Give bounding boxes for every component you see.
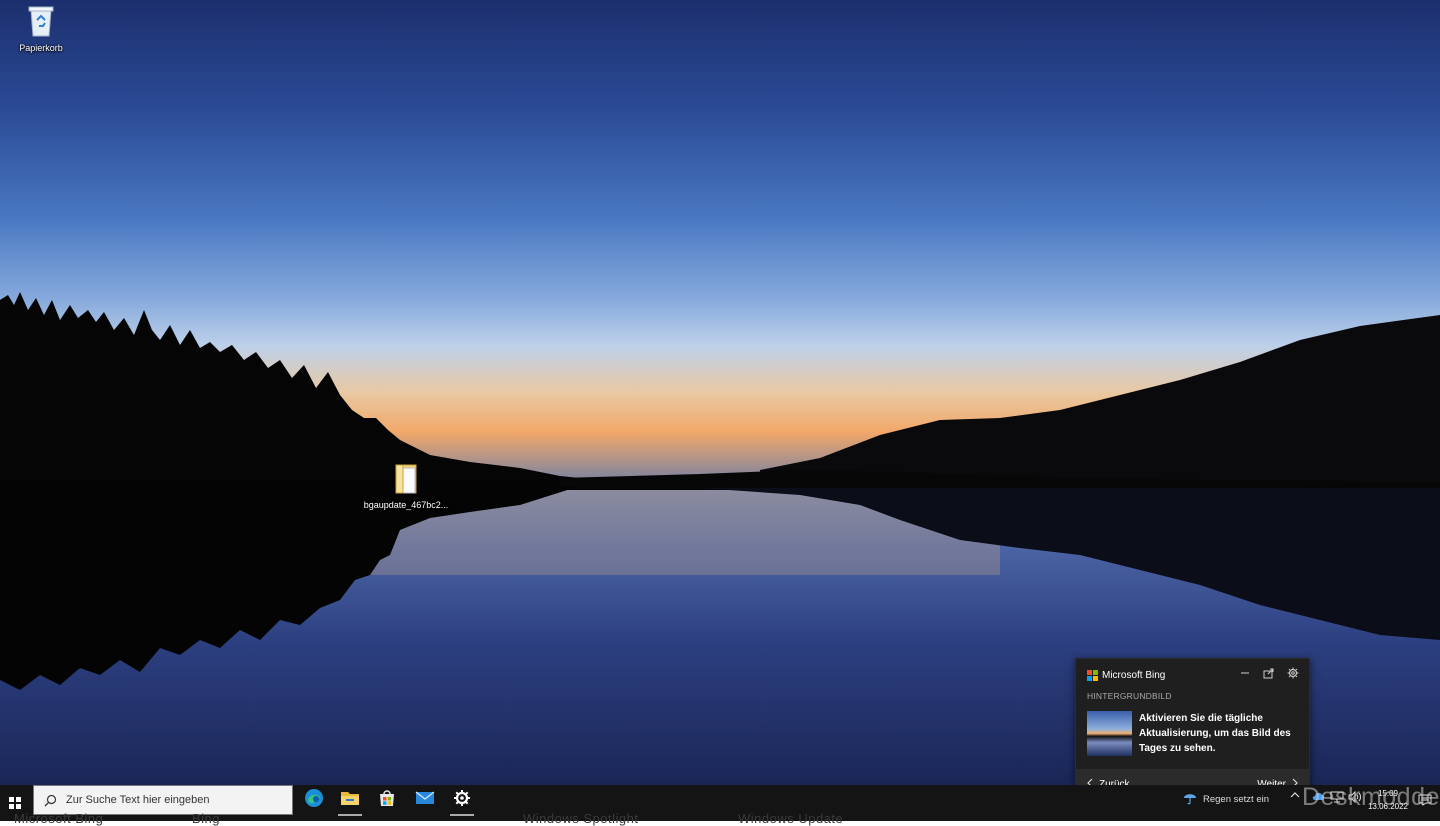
desktop-icon-folder[interactable]: bgaupdate_467bc2... [363, 463, 449, 510]
bing-brand-label: Microsoft Bing [1102, 669, 1166, 681]
minimize-icon[interactable] [1239, 667, 1251, 679]
wallpaper-thumbnail[interactable] [1087, 711, 1132, 756]
umbrella-icon [1183, 791, 1197, 808]
running-indicator [338, 814, 362, 816]
edge-icon [304, 788, 324, 813]
settings-gear-icon[interactable] [1287, 667, 1299, 679]
recycle-bin-icon [1, 4, 81, 40]
microsoft-logo-icon [1087, 669, 1098, 681]
taskbar-app-mail[interactable] [407, 785, 443, 815]
chevron-up-icon[interactable] [1290, 791, 1300, 802]
taskbar-app-settings[interactable] [444, 785, 480, 816]
windows-logo-icon [9, 797, 21, 809]
share-icon[interactable] [1263, 667, 1275, 679]
search-input[interactable] [64, 793, 288, 807]
weather-text: Regen setzt ein [1203, 794, 1270, 805]
taskbar: Microsoft Bing Bing Windows Spotlight Wi… [0, 785, 1440, 826]
bing-popup-controls [1239, 667, 1299, 679]
folder-icon [363, 463, 449, 497]
bing-wallpaper-popup: Microsoft Bing HINTERGRUNDBILD Aktiviere… [1075, 658, 1310, 800]
background-label: Bing [192, 811, 221, 826]
mail-icon [415, 790, 435, 811]
bing-popup-header: Microsoft Bing [1087, 668, 1165, 682]
file-explorer-icon [340, 789, 360, 812]
background-label: Windows Spotlight [523, 811, 639, 826]
bing-section-title: HINTERGRUNDBILD [1087, 691, 1172, 701]
taskbar-app-file-explorer[interactable] [332, 785, 368, 816]
taskbar-app-microsoft-store[interactable] [369, 785, 405, 815]
weather-widget[interactable]: Regen setzt ein [1183, 791, 1269, 808]
background-label: Microsoft Bing [14, 811, 104, 826]
settings-gear-icon [453, 789, 471, 812]
running-indicator [450, 814, 474, 816]
watermark-text: Deskmodder.de [1302, 783, 1440, 811]
microsoft-store-icon [378, 789, 396, 812]
background-label: Windows Update [738, 811, 844, 826]
taskbar-app-edge[interactable] [296, 785, 332, 815]
bing-message: Aktivieren Sie die tägliche Aktualisieru… [1139, 713, 1291, 754]
desktop-icon-recycle-bin[interactable]: Papierkorb [1, 4, 81, 53]
desktop-icon-label: Papierkorb [19, 43, 63, 53]
search-icon [43, 793, 57, 807]
desktop-icon-label: bgaupdate_467bc2... [363, 500, 449, 510]
